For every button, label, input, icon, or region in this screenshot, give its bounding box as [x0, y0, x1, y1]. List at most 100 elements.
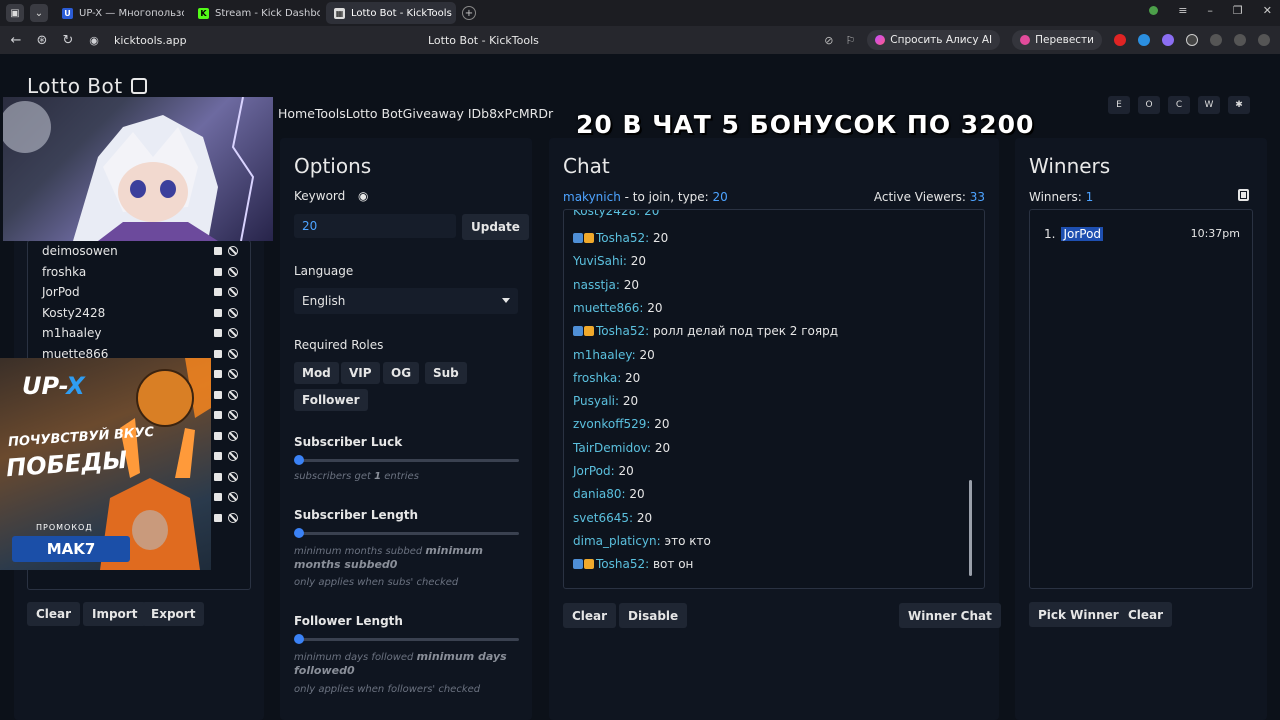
media-icon[interactable]	[1210, 34, 1222, 46]
brand-title[interactable]: Lotto Bot	[27, 74, 147, 98]
sub-luck-slider[interactable]	[294, 455, 519, 465]
chat-username[interactable]: TairDemidov	[573, 441, 647, 455]
download-arrow-icon[interactable]	[1258, 34, 1270, 46]
role-follower-button[interactable]: Follower	[294, 389, 368, 411]
menu-icon[interactable]: ≡	[1178, 4, 1187, 17]
downloads-icon[interactable]	[1234, 34, 1246, 46]
role-sub-button[interactable]: Sub	[425, 362, 467, 384]
chat-username[interactable]: muette866	[573, 301, 639, 315]
participants-clear-button[interactable]: Clear	[27, 602, 81, 626]
back-icon[interactable]: ←	[6, 33, 26, 48]
ban-icon[interactable]	[228, 266, 238, 277]
fol-length-slider[interactable]	[294, 634, 519, 644]
restore-icon[interactable]: ❐	[1233, 4, 1243, 17]
role-mod-button[interactable]: Mod	[294, 362, 339, 384]
winner-name[interactable]: JorPod	[1061, 227, 1104, 241]
chat-username[interactable]: svet6645	[573, 511, 629, 525]
chat-username[interactable]: dania80	[573, 487, 622, 501]
chat-username[interactable]: JorPod	[573, 464, 611, 478]
slider-knob[interactable]	[294, 528, 304, 538]
ban-icon[interactable]	[228, 307, 238, 318]
minus-icon[interactable]	[214, 411, 222, 420]
minus-icon[interactable]	[214, 267, 222, 276]
ban-icon[interactable]	[228, 471, 238, 482]
toggle-c[interactable]: C	[1168, 96, 1190, 114]
pick-winner-button[interactable]: Pick Winner	[1029, 602, 1128, 627]
chat-username[interactable]: m1haaley	[573, 348, 632, 362]
role-vip-button[interactable]: VIP	[341, 362, 380, 384]
winner-chat-button[interactable]: Winner Chat	[899, 603, 1001, 628]
chat-scrollbar[interactable]	[969, 480, 972, 576]
chat-messages[interactable]: Kosty2428: 20 Tosha52: 20 YuviSahi: 20 nas…	[563, 209, 985, 589]
translate-button[interactable]: Перевести	[1012, 30, 1102, 50]
chat-username[interactable]: YuviSahi	[573, 254, 623, 268]
chat-username[interactable]: zvonkoff529	[573, 417, 646, 431]
toggle-theme-icon[interactable]: ✱	[1228, 96, 1250, 114]
minus-icon[interactable]	[214, 247, 222, 256]
chat-username[interactable]: nasstja	[573, 278, 616, 292]
url-text[interactable]: kicktools.app	[114, 34, 187, 47]
alice-button[interactable]: Спросить Алису AI	[867, 30, 1001, 50]
minus-icon[interactable]	[214, 390, 222, 399]
eye-icon[interactable]: ◉	[358, 189, 368, 203]
close-window-icon[interactable]: ✕	[1263, 4, 1272, 17]
chat-clear-button[interactable]: Clear	[563, 603, 617, 628]
tab-lotto-bot[interactable]: ▦ Lotto Bot - KickTools ✕	[326, 2, 456, 24]
chat-username[interactable]: froshka	[573, 371, 617, 385]
reader-mode-icon[interactable]: ⊘	[824, 34, 833, 47]
role-og-button[interactable]: OG	[383, 362, 420, 384]
new-tab-icon[interactable]: +	[462, 6, 476, 20]
extension-blue-icon[interactable]	[1138, 34, 1150, 46]
chat-username[interactable]: Tosha52	[596, 324, 645, 338]
copy-icon[interactable]	[1238, 189, 1249, 201]
ban-icon[interactable]	[228, 246, 238, 257]
chat-username[interactable]: dima_platicyn	[573, 534, 657, 548]
chat-username[interactable]: Tosha52	[596, 231, 645, 245]
breadcrumb-tools[interactable]: Tools	[315, 106, 346, 121]
leaf-icon[interactable]	[1149, 6, 1159, 15]
minus-icon[interactable]	[214, 288, 222, 297]
ban-icon[interactable]	[228, 348, 238, 359]
minus-icon[interactable]	[214, 472, 222, 481]
winners-clear-button[interactable]: Clear	[1119, 602, 1173, 627]
tab-upx[interactable]: U UP-X — Многопользовате	[54, 2, 184, 24]
minus-icon[interactable]	[214, 513, 222, 522]
minus-icon[interactable]	[214, 349, 222, 358]
bookmark-icon[interactable]: ⚐	[845, 34, 855, 47]
ban-icon[interactable]	[228, 451, 238, 462]
ban-icon[interactable]	[228, 512, 238, 523]
minus-icon[interactable]	[214, 431, 222, 440]
breadcrumb-home[interactable]: Home	[278, 106, 315, 121]
language-select[interactable]: English	[294, 288, 518, 314]
tabs-dropdown-icon[interactable]: ⌄	[30, 4, 48, 22]
minus-icon[interactable]	[214, 452, 222, 461]
extension-purple-icon[interactable]	[1162, 34, 1174, 46]
toggle-e[interactable]: E	[1108, 96, 1130, 114]
tab-kick-dashboard[interactable]: K Stream - Kick Dashboard	[190, 2, 320, 24]
site-info-icon[interactable]: ◉	[84, 34, 104, 47]
minus-icon[interactable]	[214, 493, 222, 502]
minus-icon[interactable]	[214, 308, 222, 317]
ban-icon[interactable]	[228, 410, 238, 421]
extension-owl-icon[interactable]	[1186, 34, 1198, 46]
toggle-o[interactable]: O	[1138, 96, 1160, 114]
chat-username[interactable]: Pusyali	[573, 394, 615, 408]
ban-icon[interactable]	[228, 389, 238, 400]
breadcrumb-lotto-bot[interactable]: Lotto Bot	[346, 106, 403, 121]
minus-icon[interactable]	[214, 370, 222, 379]
toggle-w[interactable]: W	[1198, 96, 1220, 114]
minimize-icon[interactable]: –	[1207, 4, 1213, 17]
extension-red-icon[interactable]	[1114, 34, 1126, 46]
chat-disable-button[interactable]: Disable	[619, 603, 688, 628]
streamer-name[interactable]: makynich	[563, 190, 621, 204]
browser-menu-icon[interactable]: ▣	[6, 4, 24, 22]
ban-icon[interactable]	[228, 369, 238, 380]
minus-icon[interactable]	[214, 329, 222, 338]
ban-icon[interactable]	[228, 328, 238, 339]
ban-icon[interactable]	[228, 430, 238, 441]
ban-icon[interactable]	[228, 492, 238, 503]
sub-length-slider[interactable]	[294, 528, 519, 538]
chat-username[interactable]: Tosha52	[596, 557, 645, 571]
keyword-input[interactable]: 20	[294, 214, 456, 238]
export-button[interactable]: Export	[142, 602, 205, 626]
